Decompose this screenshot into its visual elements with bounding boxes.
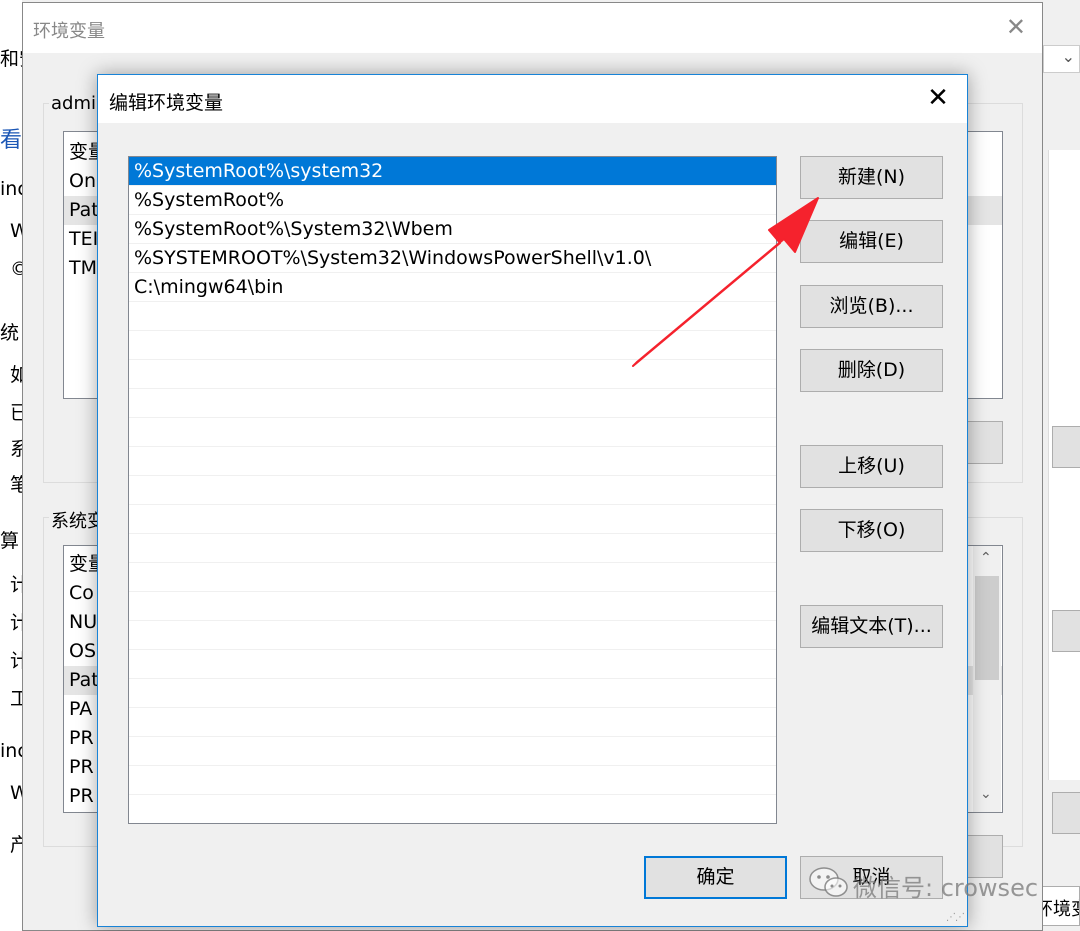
resize-grip-icon[interactable]: ⋰⋰ <box>946 912 965 923</box>
bg-button[interactable] <box>1052 610 1080 652</box>
edit-button[interactable]: 编辑(E) <box>800 220 943 263</box>
watermark: 微信号: crowsec <box>798 860 1048 908</box>
empty-row[interactable] <box>129 331 776 360</box>
bg-button[interactable] <box>1052 426 1080 468</box>
user-vars-label: admi <box>49 93 98 114</box>
close-icon[interactable]: ✕ <box>923 83 953 113</box>
close-icon[interactable]: ✕ <box>1006 13 1026 41</box>
bg-fragment: 统 <box>0 322 20 344</box>
ok-button[interactable]: 确定 <box>644 856 787 899</box>
path-item[interactable]: C:\mingw64\bin <box>129 273 776 302</box>
path-item[interactable]: %SystemRoot%\system32 <box>129 157 776 186</box>
path-list[interactable]: %SystemRoot%\system32 %SystemRoot% %Syst… <box>128 156 777 824</box>
chevron-up-icon[interactable]: ⌃ <box>980 550 992 566</box>
empty-row[interactable] <box>129 360 776 389</box>
chevron-down-icon: ⌄ <box>1061 47 1075 66</box>
background-left-window: 和安 看 inc W © 统 如 已 系 笔 算 计 计 计 工 inc W 产 <box>0 0 38 931</box>
env-window-title: 环境变量 <box>33 21 105 42</box>
empty-row[interactable] <box>129 737 776 766</box>
system-vars-scrollbar[interactable]: ⌃ ⌄ <box>973 546 1001 812</box>
move-down-button[interactable]: 下移(O) <box>800 509 943 552</box>
empty-row[interactable] <box>129 476 776 505</box>
edit-text-button[interactable]: 编辑文本(T)... <box>800 605 943 648</box>
dialog-title: 编辑环境变量 <box>109 92 224 114</box>
wechat-icon <box>809 867 848 897</box>
empty-row[interactable] <box>129 766 776 795</box>
empty-row[interactable] <box>129 708 776 737</box>
env-titlebar: 环境变量 ✕ <box>23 3 1042 53</box>
bg-fragment: 算 <box>0 530 20 552</box>
empty-row[interactable] <box>129 389 776 418</box>
delete-button[interactable]: 删除(D) <box>800 349 943 392</box>
path-item[interactable]: %SYSTEMROOT%\System32\WindowsPowerShell\… <box>129 244 776 273</box>
dialog-titlebar: 编辑环境变量 ✕ <box>98 75 967 123</box>
empty-row[interactable] <box>129 679 776 708</box>
empty-row[interactable] <box>129 563 776 592</box>
scrollbar-thumb[interactable] <box>975 576 999 680</box>
path-item[interactable]: %SystemRoot%\System32\Wbem <box>129 215 776 244</box>
empty-row[interactable] <box>129 447 776 476</box>
empty-row[interactable] <box>129 418 776 447</box>
empty-row[interactable] <box>129 302 776 331</box>
move-up-button[interactable]: 上移(U) <box>800 445 943 488</box>
empty-row[interactable] <box>129 621 776 650</box>
bg-fragment[interactable]: 看 <box>0 122 22 154</box>
chevron-down-icon[interactable]: ⌄ <box>980 786 992 802</box>
new-button[interactable]: 新建(N) <box>800 156 943 199</box>
empty-row[interactable] <box>129 650 776 679</box>
watermark-text: 微信号: crowsec <box>853 874 1039 902</box>
empty-row[interactable] <box>129 505 776 534</box>
empty-row[interactable] <box>129 592 776 621</box>
bg-button[interactable] <box>1052 792 1080 834</box>
bg-dropdown[interactable]: ⌄ <box>1043 45 1080 73</box>
path-item[interactable]: %SystemRoot% <box>129 186 776 215</box>
browse-button[interactable]: 浏览(B)... <box>800 285 943 328</box>
empty-row[interactable] <box>129 795 776 823</box>
edit-env-var-dialog: 编辑环境变量 ✕ %SystemRoot%\system32 %SystemRo… <box>97 74 968 927</box>
empty-row[interactable] <box>129 534 776 563</box>
